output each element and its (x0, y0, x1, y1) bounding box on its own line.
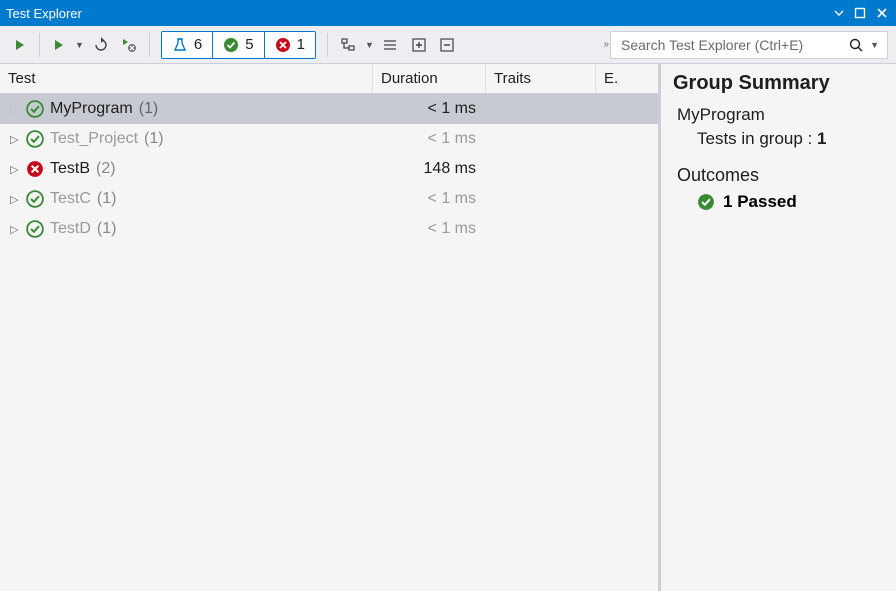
column-duration[interactable]: Duration (373, 64, 486, 93)
playlist-run-button[interactable] (116, 34, 142, 56)
search-box[interactable]: ▼ (610, 31, 888, 59)
close-icon[interactable] (874, 5, 890, 21)
run-dropdown-icon[interactable]: ▼ (73, 40, 86, 50)
test-rows: ▷ MyProgram (1) < 1 ms ▷ Test_Project (1) < 1… (0, 94, 658, 591)
test-duration: < 1 ms (373, 220, 486, 238)
column-test[interactable]: Test (0, 64, 373, 93)
test-duration: 148 ms (373, 160, 486, 178)
test-name: Test_Project (50, 130, 138, 148)
list-view-button[interactable] (378, 34, 404, 56)
counter-passed-value: 5 (245, 36, 253, 53)
run-all-button[interactable] (8, 35, 32, 55)
search-area: » ▼ (597, 31, 888, 59)
search-dropdown-icon[interactable]: ▼ (868, 40, 881, 50)
test-duration: < 1 ms (373, 190, 486, 208)
counter-total-value: 6 (194, 36, 202, 53)
search-input[interactable] (621, 37, 848, 53)
pass-icon (26, 130, 44, 148)
test-count: (1) (139, 100, 159, 118)
test-name: MyProgram (50, 100, 133, 118)
counter-total[interactable]: 6 (162, 32, 213, 58)
window-controls (832, 5, 890, 21)
show-test-hierarchy-button[interactable] (335, 34, 361, 56)
flask-icon (172, 37, 188, 53)
chevron-icon[interactable]: » (597, 39, 610, 50)
test-list-pane: Test Duration Traits E. ▷ MyProgram (1) < … (0, 64, 658, 591)
test-row[interactable]: ▷ Test_Project (1) < 1 ms (0, 124, 658, 154)
counter-passed[interactable]: 5 (213, 32, 264, 58)
run-button[interactable] (47, 35, 71, 55)
counter-failed[interactable]: 1 (265, 32, 315, 58)
summary-pane: Group Summary MyProgram Tests in group :… (658, 64, 896, 591)
pass-icon (697, 193, 715, 211)
column-e[interactable]: E. (596, 64, 658, 93)
pass-icon (26, 220, 44, 238)
separator (149, 33, 150, 57)
search-icon[interactable] (848, 37, 864, 53)
repeat-button[interactable] (88, 34, 114, 56)
test-duration: < 1 ms (373, 100, 486, 118)
separator (39, 33, 40, 57)
test-name: TestB (50, 160, 90, 178)
test-name: TestC (50, 190, 91, 208)
test-count: (2) (96, 160, 116, 178)
test-duration: < 1 ms (373, 130, 486, 148)
dropdown-icon[interactable] (832, 6, 846, 20)
collapse-all-button[interactable] (434, 34, 460, 56)
expand-caret-icon[interactable]: ▷ (10, 103, 20, 116)
fail-icon (275, 37, 291, 53)
outcome-passed-text: 1 Passed (723, 192, 797, 212)
expand-caret-icon[interactable]: ▷ (10, 223, 20, 236)
maximize-icon[interactable] (852, 5, 868, 21)
content-area: Test Duration Traits E. ▷ MyProgram (1) < … (0, 64, 896, 591)
toolbar: ▼ 6 5 1 ▼ (0, 26, 896, 64)
column-headers: Test Duration Traits E. (0, 64, 658, 94)
summary-tests-count: 1 (817, 129, 826, 148)
test-row[interactable]: ▷ TestD (1) < 1 ms (0, 214, 658, 244)
test-name: TestD (50, 220, 91, 238)
expand-all-button[interactable] (406, 34, 432, 56)
window-title: Test Explorer (6, 6, 832, 21)
title-bar: Test Explorer (0, 0, 896, 26)
test-count: (1) (97, 190, 117, 208)
outcomes-label: Outcomes (677, 165, 884, 186)
test-row[interactable]: ▷ TestB (2) 148 ms (0, 154, 658, 184)
summary-tests-line: Tests in group : 1 (697, 129, 884, 149)
pass-icon (26, 190, 44, 208)
test-count: (1) (97, 220, 117, 238)
test-row[interactable]: ▷ MyProgram (1) < 1 ms (0, 94, 658, 124)
pass-icon (223, 37, 239, 53)
summary-title: Group Summary (673, 72, 884, 95)
hierarchy-dropdown-icon[interactable]: ▼ (363, 40, 376, 50)
expand-caret-icon[interactable]: ▷ (10, 163, 20, 176)
column-traits[interactable]: Traits (486, 64, 596, 93)
summary-group-name: MyProgram (677, 105, 884, 125)
fail-icon (26, 160, 44, 178)
pass-icon (26, 100, 44, 118)
separator (327, 33, 328, 57)
expand-caret-icon[interactable]: ▷ (10, 133, 20, 146)
expand-caret-icon[interactable]: ▷ (10, 193, 20, 206)
summary-tests-label: Tests in group : (697, 129, 812, 148)
test-counters: 6 5 1 (161, 31, 316, 59)
counter-failed-value: 1 (297, 36, 305, 53)
test-count: (1) (144, 130, 164, 148)
outcome-passed: 1 Passed (697, 192, 884, 212)
test-row[interactable]: ▷ TestC (1) < 1 ms (0, 184, 658, 214)
